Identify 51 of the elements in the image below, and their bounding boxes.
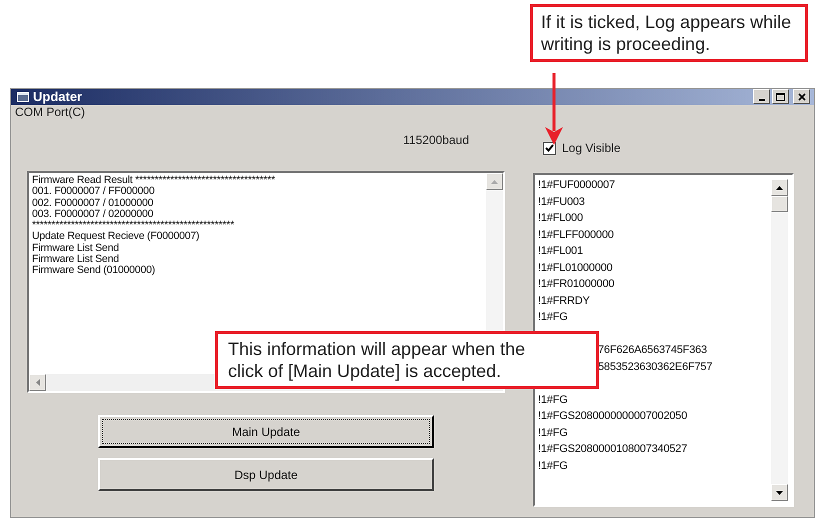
- scroll-thumb[interactable]: [771, 196, 788, 212]
- log-line: 003. F0000007 / 02000000: [32, 208, 154, 220]
- log-line: !1#FG: [538, 310, 568, 325]
- log-line: !1#FRRDY: [538, 294, 590, 308]
- scroll-up-button[interactable]: [771, 179, 788, 196]
- baud-rate-label: 115200baud: [403, 133, 469, 147]
- log-line: !1#FLFF000000: [538, 228, 614, 242]
- minimize-button[interactable]: [753, 89, 770, 104]
- log-line: !1#FGS2080000000007002050: [538, 409, 688, 424]
- protocol-log-box[interactable]: [533, 173, 794, 507]
- window-icon: [17, 92, 29, 102]
- scroll-down-button[interactable]: [771, 484, 788, 501]
- menu-item[interactable]: COM Port(C): [15, 104, 85, 119]
- log-line: !1#FL001: [538, 244, 583, 259]
- checkbox[interactable]: [543, 142, 556, 154]
- up-arrow-icon: [491, 180, 498, 184]
- log-line: 001. F0000007 / FF000000: [32, 186, 156, 198]
- log-line: !1#FG: [538, 458, 568, 474]
- annotation-tooltip: This information will appear when the click of [Main Update] is accepted.: [215, 331, 599, 389]
- annotation-arrow: [544, 73, 564, 145]
- close-icon: [798, 92, 806, 101]
- close-button[interactable]: [793, 89, 810, 104]
- log-line: !1#FL000: [538, 211, 583, 226]
- log-line: !1#FG: [538, 392, 568, 408]
- log-line: !1#FR01000000: [538, 277, 614, 292]
- log-line: Firmware List Send: [32, 254, 119, 266]
- action-button[interactable]: Main Update: [98, 415, 434, 448]
- log-line: !1#FL01000000: [538, 260, 612, 276]
- maximize-button[interactable]: [772, 89, 789, 104]
- down-arrow-icon: [776, 490, 783, 494]
- window-title: Updater: [33, 89, 82, 104]
- up-arrow-icon: [776, 186, 783, 190]
- log-line: !1#FG: [538, 426, 568, 440]
- maximize-icon: [776, 92, 785, 101]
- log-line: ****************************************************: [32, 220, 236, 232]
- minimize-icon: [758, 98, 764, 101]
- log-line: !1#FGS2080000108007340527: [538, 442, 688, 457]
- log-line: Firmware Read Result ************************************: [32, 175, 276, 186]
- checkbox-label: Log Visible: [562, 141, 620, 155]
- log-line: !1#FUF0000007: [538, 178, 615, 193]
- log-line: Firmware List Send: [32, 242, 120, 254]
- left-arrow-icon: [36, 379, 40, 386]
- log-line: 76F626A6563745F363: [598, 343, 707, 358]
- scroll-left-button[interactable]: [29, 374, 46, 391]
- log-line: Firmware Send (01000000): [32, 265, 156, 277]
- log-line: 5853523630362E6F757: [598, 360, 712, 374]
- annotation-tooltip: If it is ticked, Log appears while writing is proceeding.: [530, 4, 808, 62]
- log-line: 002. F0000007 / 01000000: [32, 198, 154, 209]
- log-line: Update Request Recieve (F0000007): [32, 231, 200, 243]
- log-line: !1#FU003: [538, 194, 585, 210]
- action-button[interactable]: Dsp Update: [98, 458, 434, 491]
